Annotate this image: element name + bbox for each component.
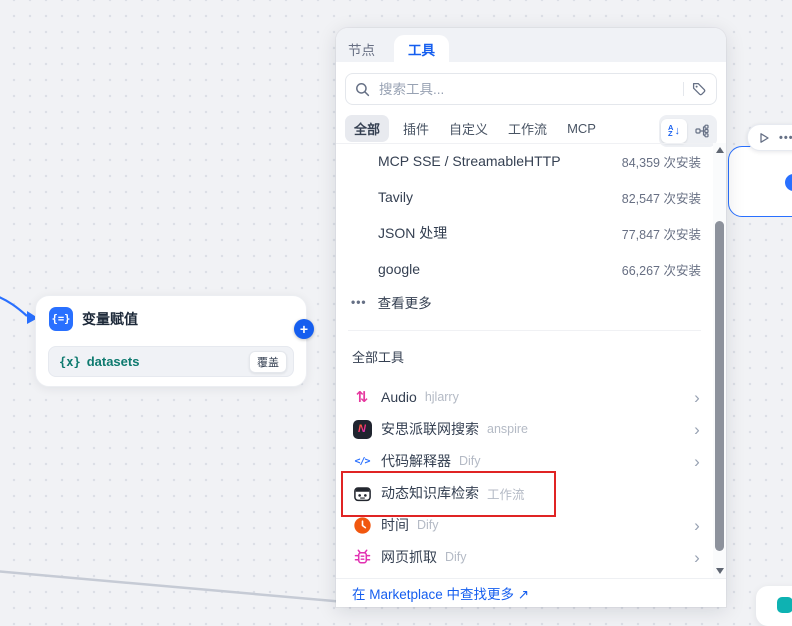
tool-org: 工作流 [487,484,525,503]
block-selector-panel: 节点 工具 全部 插件 自定义 工作流 MCP AZ↓ [336,28,726,607]
audio-icon: ⇅ [352,387,372,407]
chevron-right-icon[interactable]: › [691,421,703,438]
tab-nodes[interactable]: 节点 [343,35,380,62]
search-box[interactable] [345,73,717,105]
edge-blue [0,295,27,316]
variable-icon: {x} [59,355,81,369]
filter-tabs: 全部 插件 自定义 工作流 MCP [345,114,650,143]
trending-row[interactable]: JSON 处理 77,847 次安装 [336,215,713,251]
install-count: 84,359 次安装 [622,152,701,171]
filter-plugins[interactable]: 插件 [397,115,435,142]
clock-icon [352,515,372,535]
install-count: 77,847 次安装 [622,224,701,243]
ellipsis-icon: ••• [351,295,367,309]
tools-list: MCP SSE / StreamableHTTP 84,359 次安装 Tavi… [336,143,713,578]
scroll-down-icon[interactable] [716,568,724,574]
bottom-right-node-partial[interactable] [756,586,792,626]
more-actions-icon[interactable]: ••• [779,132,792,144]
tool-row-code-interpreter[interactable]: </> 代码解释器 Dify › [336,445,713,477]
tag-filter-icon[interactable] [691,81,707,97]
tool-org: Dify [417,518,439,532]
trending-row[interactable]: google 66,267 次安装 [336,251,713,287]
filter-all[interactable]: 全部 [345,115,389,142]
tool-org: Dify [445,550,467,564]
edge-gray [0,571,345,602]
chevron-right-icon[interactable]: › [691,549,703,566]
code-icon: </> [352,451,372,471]
play-icon[interactable] [758,132,770,144]
tool-org: anspire [487,422,528,436]
plugin-name: JSON 处理 [378,223,447,243]
tool-row-dynamic-knowledge-retrieval[interactable]: 动态知识库检索 工作流 [336,477,713,509]
install-count: 66,267 次安装 [622,260,701,279]
filter-custom[interactable]: 自定义 [443,115,494,142]
variable-assigner-icon: {=} [49,307,73,331]
tool-org: hjlarry [425,390,459,404]
all-tools-list: ⇅ Audio hjlarry › N 安思派联网搜索 anspire › </… [336,381,713,573]
see-more-label: 查看更多 [378,292,432,312]
tool-row-web-scraper[interactable]: 网页抓取 Dify › [336,541,713,573]
scrollbar[interactable] [713,143,726,578]
tree-view-icon[interactable] [689,119,715,143]
variable-row[interactable]: {x} datasets 覆盖 [48,346,294,377]
robot-icon [352,483,372,503]
scrollbar-thumb[interactable] [715,221,724,551]
knowledge-node-icon [777,597,792,613]
tool-org: Dify [459,454,481,468]
variable-assigner-node[interactable]: {=} 变量赋值 + {x} datasets 覆盖 [35,295,307,387]
web-scraper-icon [352,547,372,567]
panel-footer: 在 Marketplace 中查找更多 ↗ [336,578,726,607]
search-icon [355,82,370,97]
install-count: 82,547 次安装 [622,188,701,207]
filter-mcp[interactable]: MCP [561,117,602,140]
selected-node-partial[interactable] [728,146,792,217]
variable-name: datasets [87,354,140,369]
node-title: 变量赋值 [82,309,138,329]
chevron-right-icon[interactable]: › [691,453,703,470]
plugin-name: Tavily [378,189,413,205]
tool-row-anspire-search[interactable]: N 安思派联网搜索 anspire › [336,413,713,445]
trending-row[interactable]: Tavily 82,547 次安装 [336,179,713,215]
overwrite-badge: 覆盖 [249,351,287,373]
divider [348,330,701,331]
tool-row-time[interactable]: 时间 Dify › [336,509,713,541]
plugin-name: google [378,261,420,277]
section-title: 全部工具 [352,347,713,367]
tool-row-audio[interactable]: ⇅ Audio hjlarry › [336,381,713,413]
chevron-right-icon[interactable]: › [691,389,703,406]
add-next-node-button[interactable]: + [294,319,314,339]
scroll-up-icon[interactable] [716,147,724,153]
panel-tabs: 节点 工具 [336,28,726,62]
plugin-name: MCP SSE / StreamableHTTP [378,153,561,169]
node-header: {=} 变量赋值 [36,296,306,331]
tab-tools[interactable]: 工具 [394,35,449,62]
node-toolbar: ••• [747,124,792,151]
sort-az-icon[interactable]: AZ↓ [661,119,687,143]
anspire-icon: N [352,419,372,439]
chevron-right-icon[interactable]: › [691,517,703,534]
search-divider [683,82,684,96]
see-more-button[interactable]: ••• 查看更多 [336,287,713,317]
trending-row[interactable]: MCP SSE / StreamableHTTP 84,359 次安装 [336,143,713,179]
filter-workflow[interactable]: 工作流 [502,115,553,142]
marketplace-link[interactable]: 在 Marketplace 中查找更多 ↗ [352,583,529,603]
search-input[interactable] [377,81,676,98]
